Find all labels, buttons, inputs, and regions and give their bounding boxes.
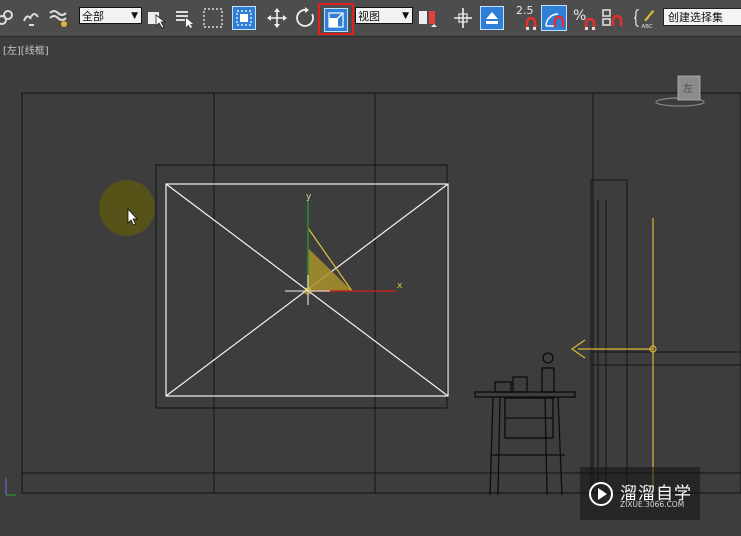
- table-leg: [557, 396, 563, 496]
- table-object: [512, 376, 528, 393]
- viewport-scene[interactable]: y x: [0, 0, 741, 536]
- view-cube[interactable]: 左: [654, 72, 706, 108]
- scale-gizmo[interactable]: y x: [285, 192, 403, 305]
- side-table: [474, 352, 576, 496]
- flower: [542, 352, 554, 364]
- wall-outline: [21, 92, 741, 494]
- axis-tripod: [5, 478, 16, 496]
- cursor-halo: [99, 180, 155, 236]
- gizmo-y-label: y: [306, 192, 312, 202]
- selected-plane[interactable]: [165, 183, 449, 397]
- watermark-url: ZIXUE.3066.COM: [620, 500, 685, 509]
- room-wireframe: [21, 92, 741, 494]
- vase: [541, 367, 555, 393]
- table-leg: [497, 396, 501, 496]
- view-cube-face: 左: [683, 82, 693, 95]
- watermark: 溜溜自学 ZIXUE.3066.COM: [580, 467, 700, 520]
- spot-light[interactable]: [570, 218, 657, 493]
- table-leg: [489, 396, 494, 496]
- table-top: [474, 391, 576, 398]
- table-object: [494, 381, 512, 393]
- gizmo-plane-handle[interactable]: [308, 248, 352, 291]
- door-frame: [590, 179, 628, 494]
- gizmo-x-label: x: [397, 281, 403, 291]
- table-leg: [544, 396, 548, 496]
- play-logo-icon: [588, 481, 614, 511]
